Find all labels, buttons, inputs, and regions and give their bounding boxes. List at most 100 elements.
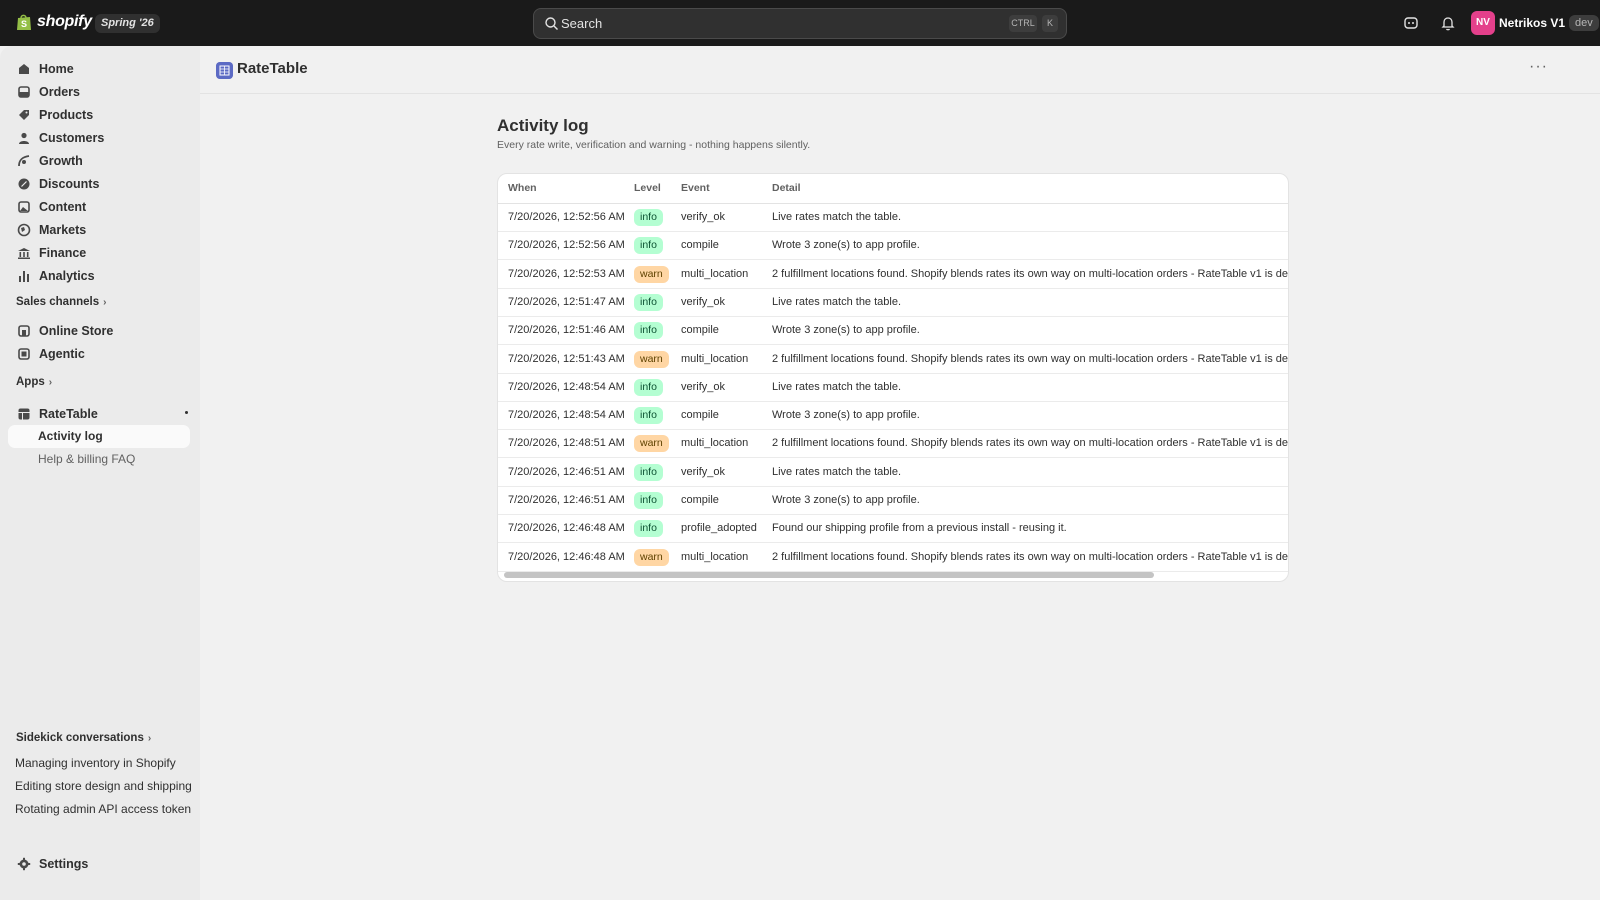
bank-icon	[18, 247, 30, 259]
table-row: 7/20/2026, 12:52:53 AM warn multi_location…	[498, 261, 1289, 289]
cell-detail: Live rates match the table.	[772, 211, 902, 223]
cell-when: 7/20/2026, 12:48:51 AM	[508, 437, 625, 450]
cell-event: multi_location	[681, 550, 749, 563]
sidebar-item-label: Growth	[39, 153, 83, 168]
edition-badge[interactable]: Spring '26	[95, 14, 160, 33]
brand-name: shopify	[37, 13, 92, 30]
store-menu-button[interactable]: NV Netrikos V1 dev	[1471, 11, 1599, 35]
sidebar-item-growth[interactable]: Growth	[8, 149, 190, 172]
cell-when: 7/20/2026, 12:48:54 AM	[508, 409, 625, 422]
cell-level: info	[634, 237, 663, 255]
cell-when: 7/20/2026, 12:46:48 AM	[508, 550, 625, 563]
cell-event: compile	[681, 324, 719, 337]
cell-detail: Wrote 3 zone(s) to app profile.	[772, 409, 920, 422]
sidebar-item-orders[interactable]: Orders	[8, 80, 190, 103]
cell-level: warn	[634, 548, 669, 566]
shopify-logo[interactable]: S shopify	[16, 13, 92, 31]
table-row: 7/20/2026, 12:48:54 AM info compile Wrote 3…	[498, 402, 1288, 431]
sidebar-subitem-activity-log[interactable]: Activity log	[8, 425, 190, 448]
table-row: 7/20/2026, 12:46:51 AM info compile Wrote 3…	[498, 487, 1288, 515]
table-row: 7/20/2026, 12:52:56 AM info verify_ok Live …	[498, 204, 1288, 232]
sidebar-item-settings[interactable]: Settings	[8, 852, 190, 875]
app-icon	[18, 408, 30, 419]
shortcut-ctrl-key: CTRL	[1009, 15, 1037, 32]
store-icon	[18, 324, 30, 337]
cell-level: info	[634, 520, 663, 538]
sidebar-item-finance[interactable]: Finance	[8, 241, 190, 264]
cell-when: 7/20/2026, 12:51:43 AM	[508, 352, 625, 365]
activity-log-table: When Level Event Detail 7/20/2026, 12:52…	[497, 173, 1289, 582]
level-badge: warn	[634, 435, 669, 453]
conversation-item[interactable]: Managing inventory in Shopify	[15, 756, 193, 770]
sidebar-item-products[interactable]: Products	[8, 103, 190, 126]
sidebar-item-ratetable[interactable]: RateTable	[8, 402, 190, 425]
table-row: 7/20/2026, 12:51:46 AM info compile Wrote 3…	[498, 317, 1288, 346]
cell-level: warn	[634, 350, 669, 368]
sidebar-item-discounts[interactable]: Discounts	[8, 172, 190, 195]
conversation-item[interactable]: Rotating admin API access token	[15, 802, 193, 816]
horizontal-scrollbar[interactable]	[504, 572, 1284, 578]
chevron-right-icon: ›	[103, 296, 107, 308]
column-header-level: Level	[634, 182, 661, 194]
cell-when: 7/20/2026, 12:51:46 AM	[508, 324, 625, 337]
search-icon	[545, 17, 558, 30]
sidekick-conversations-header[interactable]: Sidekick conversations ›	[16, 732, 151, 744]
sidebar-item-customers[interactable]: Customers	[8, 126, 190, 149]
sidebar-item-label: Customers	[39, 130, 105, 145]
table-row: 7/20/2026, 12:46:48 AM warn multi_location…	[498, 544, 1289, 572]
bell-icon[interactable]	[1439, 14, 1457, 32]
more-actions-icon[interactable]: ···	[1529, 58, 1548, 76]
cell-level: warn	[634, 265, 669, 283]
cell-level: info	[634, 322, 663, 340]
sidekick-icon[interactable]	[1402, 14, 1420, 32]
cell-detail: Live rates match the table.	[772, 465, 902, 478]
page-title: Activity log	[497, 116, 589, 135]
cell-detail: Wrote 3 zone(s) to app profile.	[772, 494, 920, 506]
bar-chart-icon	[19, 270, 29, 282]
cell-level: warn	[634, 435, 669, 453]
sidebar-item-home[interactable]: Home	[8, 57, 190, 80]
cell-detail: 2 fulfillment locations found. Shopify b…	[772, 267, 1289, 280]
scrollbar-thumb[interactable]	[504, 572, 1154, 578]
sidebar-item-markets[interactable]: Markets	[8, 218, 190, 241]
cell-detail: 2 fulfillment locations found. Shopify b…	[772, 550, 1289, 563]
sidebar-item-online-store[interactable]: Online Store	[8, 319, 190, 342]
column-header-when: When	[508, 182, 537, 194]
cell-event: compile	[681, 409, 719, 422]
sidebar-item-content[interactable]: Content	[8, 195, 190, 218]
sidebar-item-agentic[interactable]: Agentic	[8, 342, 190, 365]
sidebar-item-analytics[interactable]: Analytics	[8, 264, 190, 287]
level-badge: info	[634, 463, 663, 481]
sidebar-subitem-help-billing-faq[interactable]: Help & billing FAQ	[8, 448, 190, 471]
search-input[interactable]: Search CTRL K	[533, 8, 1067, 39]
cell-when: 7/20/2026, 12:52:56 AM	[508, 211, 625, 223]
cell-level: info	[634, 378, 663, 396]
cell-event: verify_ok	[681, 211, 726, 223]
table-row: 7/20/2026, 12:46:48 AM info profile_adopte…	[498, 515, 1288, 544]
table-row: 7/20/2026, 12:48:54 AM info verify_ok Live …	[498, 374, 1288, 402]
level-badge: warn	[634, 350, 669, 368]
sales-channels-header[interactable]: Sales channels ›	[16, 296, 106, 308]
apps-header[interactable]: Apps ›	[16, 376, 52, 388]
cell-when: 7/20/2026, 12:52:56 AM	[508, 239, 625, 252]
cell-detail: 2 fulfillment locations found. Shopify b…	[772, 352, 1289, 365]
cell-when: 7/20/2026, 12:48:54 AM	[508, 380, 625, 393]
sidebar-item-label: Agentic	[39, 346, 85, 361]
top-bar: S shopify Spring '26 Search CTRL K NV Ne…	[0, 0, 1600, 46]
globe-icon	[17, 223, 31, 236]
level-badge: warn	[634, 265, 669, 283]
svg-text:S: S	[21, 19, 27, 29]
table-row: 7/20/2026, 12:51:43 AM warn multi_location…	[498, 346, 1289, 374]
sidekick-conversations-label: Sidekick conversations	[16, 732, 144, 744]
cell-event: profile_adopted	[681, 522, 757, 535]
level-badge: info	[634, 378, 663, 396]
table-row: 7/20/2026, 12:48:51 AM warn multi_location…	[498, 430, 1288, 459]
cell-detail: Wrote 3 zone(s) to app profile.	[772, 239, 920, 252]
sidebar-item-label: Home	[39, 61, 74, 76]
conversation-item[interactable]: Editing store design and shipping	[15, 779, 193, 793]
cell-when: 7/20/2026, 12:51:47 AM	[508, 295, 625, 308]
level-badge: info	[634, 520, 663, 538]
level-badge: info	[634, 209, 663, 226]
sidebar-item-label: Discounts	[39, 176, 100, 191]
sidebar-item-label: Products	[39, 107, 94, 122]
